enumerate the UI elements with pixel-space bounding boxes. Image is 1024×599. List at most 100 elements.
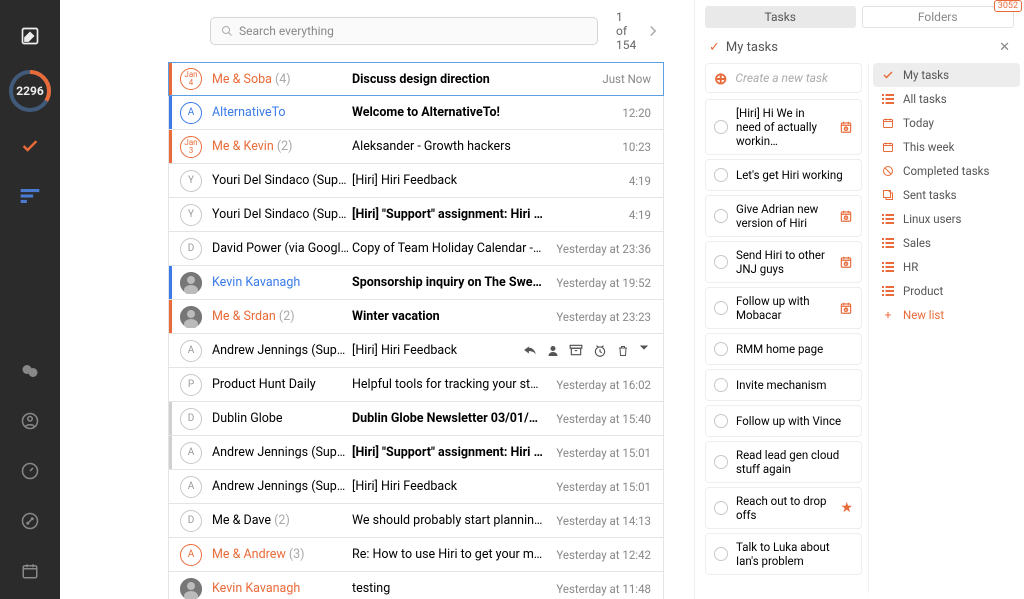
new-list-button[interactable]: +New list bbox=[873, 303, 1020, 327]
list-label: Product bbox=[903, 284, 943, 298]
task-list-item[interactable]: Sent tasks bbox=[873, 183, 1020, 207]
email-row[interactable]: AAlternativeToWelcome to AlternativeTo!1… bbox=[168, 96, 664, 130]
task-item[interactable]: Read lead gen cloud stuff again bbox=[705, 441, 862, 483]
assign-icon[interactable] bbox=[547, 344, 559, 358]
calendar-button[interactable] bbox=[12, 553, 48, 589]
tasks-column: ⊕ Create a new task [Hiri] Hi We in need… bbox=[695, 63, 868, 593]
delete-icon[interactable] bbox=[617, 344, 629, 358]
email-time: Yesterday at 19:52 bbox=[553, 276, 663, 290]
task-list-item[interactable]: Today bbox=[873, 111, 1020, 135]
sender-name: AlternativeTo bbox=[212, 105, 352, 120]
accent-bar bbox=[169, 504, 172, 537]
task-item[interactable]: Follow up with Mobacar bbox=[705, 287, 862, 329]
task-list-item[interactable]: My tasks bbox=[873, 63, 1020, 87]
pager-next-button[interactable] bbox=[648, 25, 658, 37]
email-row[interactable]: AAndrew Jennings (Suppo…[Hiri] "Support"… bbox=[168, 436, 664, 470]
email-row[interactable]: AAndrew Jennings (Support)[Hiri] Hiri Fe… bbox=[168, 470, 664, 504]
accent-bar bbox=[169, 538, 172, 571]
task-list-item[interactable]: HR bbox=[873, 255, 1020, 279]
email-row[interactable]: DDavid Power (via Google …Copy of Team H… bbox=[168, 232, 664, 266]
task-checkbox[interactable] bbox=[714, 301, 728, 315]
accent-bar bbox=[169, 266, 172, 299]
task-checkbox[interactable] bbox=[714, 501, 728, 515]
chat-button[interactable] bbox=[12, 353, 48, 389]
task-checkbox[interactable] bbox=[714, 547, 728, 561]
task-checkbox[interactable] bbox=[714, 378, 728, 392]
list-label: This week bbox=[903, 140, 954, 154]
email-row[interactable]: Jan4Me & Soba (4)Discuss design directio… bbox=[168, 62, 664, 96]
task-item[interactable]: Send Hiri to other JNJ guys bbox=[705, 241, 862, 283]
close-panel-button[interactable]: ✕ bbox=[999, 40, 1010, 55]
email-row[interactable]: YYouri Del Sindaco (Supp…[Hiri] "Support… bbox=[168, 198, 664, 232]
task-checkbox[interactable] bbox=[714, 209, 728, 223]
list-icon bbox=[881, 214, 895, 224]
email-subject: Welcome to AlternativeTo! bbox=[352, 105, 553, 120]
reminder-icon bbox=[839, 120, 853, 134]
email-row[interactable]: DMe & Dave (2)We should probably start p… bbox=[168, 504, 664, 538]
task-text: [Hiri] Hi We in need of actually workin… bbox=[736, 106, 831, 148]
sender-avatar: A bbox=[180, 442, 202, 464]
email-time: Yesterday at 14:13 bbox=[553, 514, 663, 528]
email-row[interactable]: Kevin KavanaghSponsorship inquiry on The… bbox=[168, 266, 664, 300]
email-row[interactable]: Kevin KavanaghtestingYesterday at 11:48 bbox=[168, 572, 664, 599]
task-item[interactable]: Give Adrian new version of Hiri bbox=[705, 195, 862, 237]
more-icon[interactable] bbox=[639, 344, 649, 358]
email-row[interactable]: YYouri Del Sindaco (Suppo…[Hiri] Hiri Fe… bbox=[168, 164, 664, 198]
task-list-item[interactable]: All tasks bbox=[873, 87, 1020, 111]
task-item[interactable]: [Hiri] Hi We in need of actually workin… bbox=[705, 99, 862, 155]
task-checkbox[interactable] bbox=[714, 120, 728, 134]
filter-nav-button[interactable] bbox=[12, 178, 48, 214]
sent-icon bbox=[881, 189, 895, 201]
sender-name: Me & Andrew (3) bbox=[212, 547, 352, 562]
task-list-item[interactable]: Sales bbox=[873, 231, 1020, 255]
email-time: 4:19 bbox=[553, 174, 663, 188]
dashboard-button[interactable] bbox=[12, 453, 48, 489]
task-list-item[interactable]: Completed tasks bbox=[873, 159, 1020, 183]
plus-icon: + bbox=[881, 308, 895, 322]
sender-avatar: D bbox=[180, 238, 202, 260]
reply-icon[interactable] bbox=[523, 344, 537, 358]
compose-button[interactable] bbox=[12, 18, 48, 54]
task-item[interactable]: Reach out to drop offs★ bbox=[705, 487, 862, 529]
plus-icon: ⊕ bbox=[714, 69, 727, 88]
task-checkbox[interactable] bbox=[714, 342, 728, 356]
email-subject: Discuss design direction bbox=[352, 72, 553, 87]
email-row[interactable]: Jan3Me & Kevin (2)Aleksander - Growth ha… bbox=[168, 130, 664, 164]
archive-icon[interactable] bbox=[569, 344, 583, 358]
tab-folders[interactable]: Folders bbox=[862, 6, 1015, 28]
list-icon bbox=[881, 238, 895, 248]
task-list-item[interactable]: This week bbox=[873, 135, 1020, 159]
email-row[interactable]: AMe & Andrew (3)Re: How to use Hiri to g… bbox=[168, 538, 664, 572]
profile-button[interactable] bbox=[12, 403, 48, 439]
settings-button[interactable] bbox=[12, 503, 48, 539]
task-item[interactable]: Let's get Hiri working bbox=[705, 159, 862, 191]
list-label: Sent tasks bbox=[903, 188, 957, 202]
task-item[interactable]: RMM home page bbox=[705, 333, 862, 365]
list-label: Linux users bbox=[903, 212, 961, 226]
task-list-item[interactable]: Linux users bbox=[873, 207, 1020, 231]
email-row[interactable]: DDublin GlobeDublin Globe Newsletter 03/… bbox=[168, 402, 664, 436]
task-item[interactable]: Talk to Luka about Ian's problem bbox=[705, 533, 862, 575]
new-task-input[interactable]: ⊕ Create a new task bbox=[705, 63, 862, 93]
inbox-counter[interactable]: 2296 bbox=[7, 68, 53, 114]
email-row[interactable]: PProduct Hunt DailyHelpful tools for tra… bbox=[168, 368, 664, 402]
list-label: Today bbox=[903, 116, 934, 130]
tasks-header: ✓My tasks ✕ bbox=[695, 28, 1024, 63]
email-row[interactable]: AAndrew Jennings (Support)[Hiri] Hiri Fe… bbox=[168, 334, 664, 368]
snooze-icon[interactable] bbox=[593, 344, 607, 358]
task-checkbox[interactable] bbox=[714, 255, 728, 269]
search-input[interactable]: Search everything bbox=[210, 17, 598, 45]
email-time: Just Now bbox=[553, 72, 663, 86]
tab-tasks[interactable]: Tasks bbox=[705, 6, 856, 28]
search-placeholder: Search everything bbox=[239, 24, 334, 38]
task-checkbox[interactable] bbox=[714, 168, 728, 182]
accent-bar bbox=[169, 63, 172, 95]
tasks-nav-button[interactable] bbox=[12, 128, 48, 164]
task-checkbox[interactable] bbox=[714, 455, 728, 469]
task-checkbox[interactable] bbox=[714, 414, 728, 428]
task-item[interactable]: Follow up with Vince bbox=[705, 405, 862, 437]
task-list-item[interactable]: Product bbox=[873, 279, 1020, 303]
task-item[interactable]: Invite mechanism bbox=[705, 369, 862, 401]
email-row[interactable]: Me & Srdan (2)Winter vacationYesterday a… bbox=[168, 300, 664, 334]
sender-avatar: Y bbox=[180, 204, 202, 226]
